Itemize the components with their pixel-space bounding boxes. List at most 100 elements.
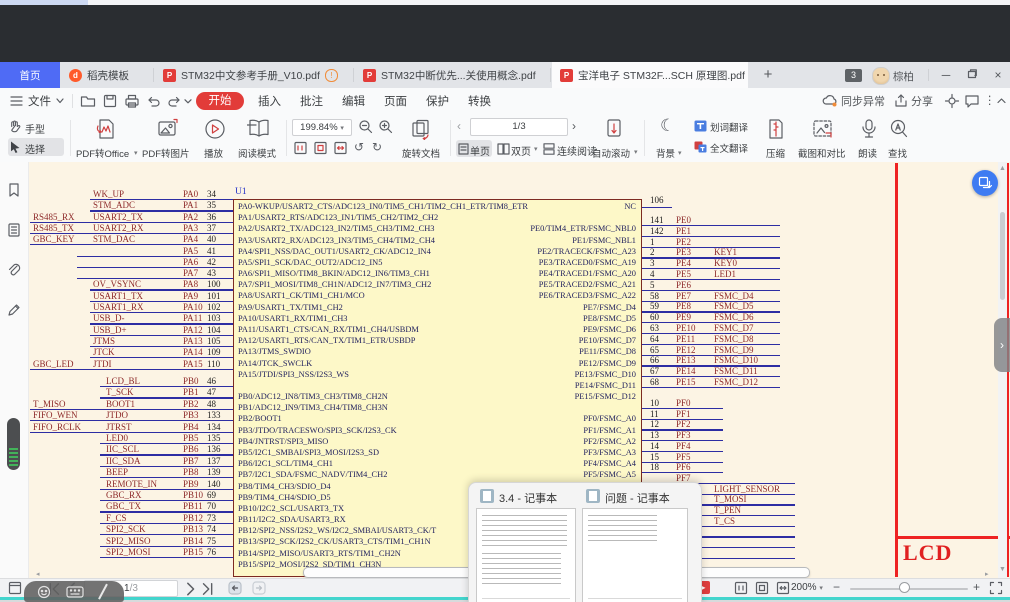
tab-pdf-schematic-active[interactable]: P 宝洋电子 STM32F...SCH 原理图.pdf × [552, 62, 748, 88]
play-button[interactable]: 播放 [198, 116, 232, 160]
hscroll-left-arrow[interactable]: ◂ [36, 570, 40, 578]
page-panel-icon[interactable] [8, 581, 22, 595]
menu-edit[interactable]: 编辑 [342, 93, 365, 109]
cursor-icon [10, 141, 21, 153]
fit-width-status-icon[interactable] [776, 581, 790, 595]
view-forward-icon[interactable] [252, 581, 266, 595]
keyboard-icon[interactable] [66, 586, 84, 598]
auto-scroll-label[interactable]: 自动滚动 [592, 146, 630, 160]
fit-page-status-icon[interactable] [755, 581, 769, 595]
full-translate-button[interactable]: 全文翻译 [694, 139, 756, 157]
view-back-icon[interactable] [228, 581, 242, 595]
pdf-to-image-button[interactable]: PDF转图片 [140, 116, 196, 160]
zoom-out-button[interactable]: − [833, 580, 840, 594]
vscroll-thumb[interactable] [1000, 212, 1005, 300]
print-icon[interactable] [124, 93, 140, 109]
tab-count-badge[interactable]: 3 [845, 69, 862, 82]
tab-docer[interactable]: d 稻壳模板 [61, 62, 154, 88]
vscroll-up-arrow[interactable]: ▲ [999, 165, 1006, 172]
zoom-in-button[interactable]: + [973, 580, 980, 594]
screenshot-compare-button[interactable]: 截图和对比 [796, 116, 852, 160]
redo-icon[interactable] [166, 93, 182, 109]
save-icon[interactable] [102, 93, 118, 109]
double-page-button[interactable]: 双页▾ [496, 140, 540, 157]
word-translate-button[interactable]: 划词翻译 [694, 118, 756, 136]
close-window-button[interactable]: × [988, 66, 1008, 84]
sidebar-expand-handle[interactable]: › [994, 318, 1010, 372]
collapse-ribbon-icon[interactable] [997, 98, 1006, 104]
pin-number: 70 [207, 501, 216, 511]
page-indicator-box[interactable]: 1/3 [470, 118, 568, 136]
fit-width-icon[interactable] [334, 141, 347, 155]
undo-icon[interactable] [146, 93, 162, 109]
gear-icon[interactable] [944, 93, 960, 109]
hand-tool-button[interactable]: 手型 [8, 118, 64, 136]
pin-name: PE13 [676, 355, 696, 365]
pdf-to-office-button[interactable]: PDF转Office▾ [76, 116, 136, 160]
open-file-icon[interactable] [80, 93, 96, 109]
more-icon[interactable]: ⋮ [984, 93, 996, 107]
user-name[interactable]: 棕柏 [893, 69, 914, 84]
notepad-preview-page-1[interactable] [476, 508, 576, 602]
hscroll-right-arrow[interactable]: ▸ [985, 570, 989, 578]
cloud-sync-icon[interactable] [822, 93, 838, 109]
find-button[interactable]: 查找 [886, 116, 912, 160]
maximize-button[interactable] [962, 66, 982, 84]
floating-control-overlay[interactable] [24, 581, 124, 602]
chip-pin-function: PB12/SPI2_NSS/I2S2_WS/I2C2_SMBAI/USART3_… [238, 526, 436, 536]
feedback-icon[interactable] [964, 93, 980, 109]
last-page-icon[interactable] [200, 582, 214, 596]
chip-pin-function: PA7/SPI1_MOSI/TIM8_CH1N/ADC12_IN7/TIM3_C… [238, 280, 431, 290]
minimize-button[interactable]: ─ [936, 66, 956, 84]
share-label[interactable]: 分享 [911, 93, 933, 109]
prev-page-icon[interactable]: ‹ [457, 119, 461, 133]
zoom-in-icon[interactable] [378, 119, 393, 134]
read-aloud-button[interactable]: 朗读 [856, 116, 882, 160]
menu-start-pill[interactable]: 开始 [196, 92, 244, 110]
rotate-right-icon[interactable]: ↻ [372, 140, 382, 154]
notepad-preview-title-1[interactable]: 3.4 - 记事本 [499, 490, 557, 506]
word-translate-label: 划词翻译 [710, 120, 748, 134]
auto-scroll-button[interactable] [588, 116, 640, 138]
avatar[interactable] [872, 67, 890, 85]
single-page-button[interactable]: 单页 [456, 140, 492, 157]
divider [928, 69, 929, 81]
read-mode-button[interactable]: 阅读模式 [236, 116, 282, 160]
tab-pdf-concepts[interactable]: P STM32中断优先...关使用概念.pdf [355, 62, 551, 88]
pin-name: PE9 [676, 312, 691, 322]
menu-insert[interactable]: 插入 [258, 93, 281, 109]
share-icon[interactable] [893, 93, 909, 109]
menu-annotate[interactable]: 批注 [300, 93, 323, 109]
rotate-left-icon[interactable]: ↺ [354, 140, 364, 154]
menu-page[interactable]: 页面 [384, 93, 407, 109]
fullscreen-icon[interactable] [989, 581, 1003, 595]
zoom-out-icon[interactable] [358, 119, 373, 134]
float-translate-button[interactable] [972, 170, 998, 196]
face-icon[interactable] [37, 585, 51, 599]
tab-pdf-manual[interactable]: P STM32中文参考手册_V10.pdf ! [155, 62, 354, 88]
new-tab-button[interactable]: + [758, 65, 778, 85]
zoom-value-box[interactable]: 199.84% ▾ [292, 119, 352, 136]
vscroll-down-arrow[interactable]: ▼ [999, 566, 1006, 573]
notepad-preview-page-2[interactable] [582, 508, 688, 602]
background-button[interactable]: ☾ 背景▾ [650, 116, 690, 160]
actual-size-icon[interactable] [294, 141, 307, 155]
next-page-icon[interactable] [184, 582, 198, 596]
chip-pin-function: PB10/I2C2_SCL/USART3_TX [238, 504, 344, 514]
zoom-slider-knob[interactable] [899, 582, 910, 593]
next-page-icon[interactable]: › [572, 119, 576, 133]
menu-convert[interactable]: 转换 [468, 93, 491, 109]
select-tool-button[interactable]: 选择 [8, 138, 64, 156]
pin-number: 139 [207, 467, 221, 477]
notepad-preview-title-2[interactable]: 问题 - 记事本 [605, 490, 670, 506]
rotate-doc-button[interactable]: 旋转文档 [398, 116, 446, 160]
menu-file[interactable]: 文件 [28, 93, 51, 109]
actual-size-status-icon[interactable] [734, 581, 748, 595]
fit-page-icon[interactable] [314, 141, 327, 155]
sync-status-label[interactable]: 同步异常 [841, 93, 885, 109]
chevron-down-icon[interactable] [184, 99, 192, 104]
menu-protect[interactable]: 保护 [426, 93, 449, 109]
zoom-level-label[interactable]: 200% ▾ [791, 582, 823, 593]
tab-home[interactable]: 首页 [0, 62, 60, 88]
compress-button[interactable]: 压缩 [762, 116, 792, 160]
